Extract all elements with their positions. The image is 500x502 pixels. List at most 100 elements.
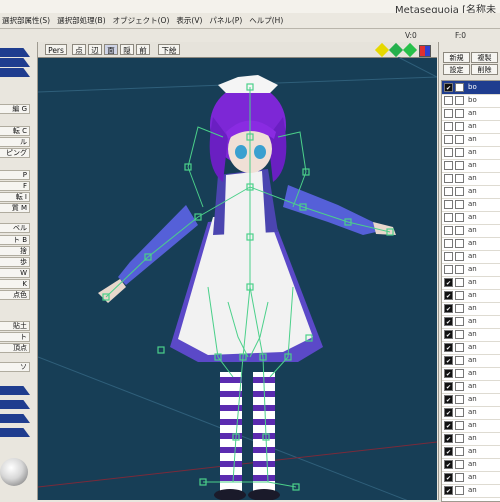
object-list-row[interactable]: an (442, 211, 500, 225)
color-swatch-icon[interactable] (419, 45, 431, 57)
panel-tab[interactable] (0, 48, 30, 57)
command-button[interactable]: 捨 (0, 246, 30, 256)
visibility-checkbox[interactable] (444, 407, 453, 420)
object-list-row[interactable]: an (442, 380, 500, 394)
visibility-checkbox[interactable] (444, 213, 453, 222)
command-button[interactable]: ト B (0, 235, 30, 245)
command-button[interactable]: ピング (0, 148, 30, 158)
menu-selection-attributes[interactable]: 選択部属性(S) (2, 15, 50, 26)
command-button[interactable]: 質 M (0, 203, 30, 213)
object-list-row[interactable]: bo (442, 81, 500, 95)
panel-tab[interactable] (0, 428, 30, 437)
object-list-row[interactable]: an (442, 367, 500, 381)
lock-checkbox[interactable] (455, 213, 464, 222)
visibility-checkbox[interactable] (444, 446, 453, 459)
object-list-row[interactable]: an (442, 237, 500, 251)
command-button[interactable]: ベル (0, 223, 30, 233)
visibility-checkbox[interactable] (444, 290, 453, 303)
visibility-checkbox[interactable] (444, 109, 453, 118)
object-settings-button[interactable]: 設定 (443, 64, 470, 75)
view-edge-button[interactable]: 辺 (88, 44, 102, 55)
lock-checkbox[interactable] (455, 96, 464, 105)
object-list-row[interactable]: an (442, 120, 500, 134)
object-list-row[interactable]: an (442, 263, 500, 277)
command-button[interactable]: P (0, 170, 30, 180)
green-diamond-icon[interactable] (402, 42, 418, 58)
view-face-button[interactable]: 面 (104, 44, 118, 55)
lock-checkbox[interactable] (455, 330, 464, 339)
lock-checkbox[interactable] (455, 317, 464, 326)
lock-checkbox[interactable] (455, 343, 464, 352)
command-button[interactable]: ソ (0, 362, 30, 372)
view-perspective-button[interactable]: Pers (45, 44, 67, 55)
lock-checkbox[interactable] (455, 408, 464, 417)
delete-object-button[interactable]: 削除 (471, 64, 498, 75)
lock-checkbox[interactable] (455, 278, 464, 287)
lock-checkbox[interactable] (455, 239, 464, 248)
green-diamond-icon[interactable] (388, 42, 404, 58)
object-list-row[interactable]: an (442, 354, 500, 368)
visibility-checkbox[interactable] (444, 187, 453, 196)
command-button[interactable]: W (0, 268, 30, 278)
object-list-row[interactable]: an (442, 146, 500, 160)
visibility-checkbox[interactable] (444, 381, 453, 394)
visibility-checkbox[interactable] (444, 433, 453, 446)
lock-checkbox[interactable] (455, 421, 464, 430)
new-object-button[interactable]: 新規 (443, 52, 470, 63)
visibility-checkbox[interactable] (444, 459, 453, 472)
menu-selection-process[interactable]: 選択部処理(B) (57, 15, 106, 26)
object-list-row[interactable]: an (442, 185, 500, 199)
3d-viewport[interactable]: Pers 点 辺 面 隠 前 下絵 (38, 42, 437, 500)
lock-checkbox[interactable] (455, 226, 464, 235)
lock-checkbox[interactable] (455, 265, 464, 274)
object-list-row[interactable]: bo (442, 94, 500, 108)
lock-checkbox[interactable] (455, 382, 464, 391)
view-front-button[interactable]: 前 (136, 44, 150, 55)
visibility-checkbox[interactable] (444, 265, 453, 274)
object-list-row[interactable]: an (442, 224, 500, 238)
menu-view[interactable]: 表示(V) (176, 15, 202, 26)
object-list-row[interactable]: an (442, 250, 500, 264)
panel-tab[interactable] (0, 68, 30, 77)
view-vertex-button[interactable]: 点 (72, 44, 86, 55)
visibility-checkbox[interactable] (444, 226, 453, 235)
yellow-diamond-icon[interactable] (374, 42, 390, 58)
object-list-row[interactable]: an (442, 458, 500, 472)
object-list-row[interactable]: an (442, 406, 500, 420)
object-list-row[interactable]: an (442, 315, 500, 329)
lock-checkbox[interactable] (455, 486, 464, 495)
visibility-checkbox[interactable] (444, 239, 453, 248)
visibility-checkbox[interactable] (444, 394, 453, 407)
visibility-checkbox[interactable] (444, 96, 453, 105)
object-list-row[interactable]: an (442, 107, 500, 121)
lock-checkbox[interactable] (455, 161, 464, 170)
lock-checkbox[interactable] (455, 356, 464, 365)
lock-checkbox[interactable] (455, 304, 464, 313)
visibility-checkbox[interactable] (444, 342, 453, 355)
lock-checkbox[interactable] (455, 174, 464, 183)
visibility-checkbox[interactable] (444, 368, 453, 381)
lock-checkbox[interactable] (455, 434, 464, 443)
lock-checkbox[interactable] (455, 252, 464, 261)
object-list[interactable]: bo bo an an an an an an an an an an an an an an an an an an… (441, 80, 500, 502)
visibility-checkbox[interactable] (444, 200, 453, 209)
lock-checkbox[interactable] (455, 109, 464, 118)
object-list-row[interactable]: an (442, 276, 500, 290)
lock-checkbox[interactable] (455, 447, 464, 456)
visibility-checkbox[interactable] (444, 161, 453, 170)
object-list-row[interactable]: an (442, 432, 500, 446)
command-button[interactable]: ル (0, 137, 30, 147)
lock-checkbox[interactable] (455, 473, 464, 482)
visibility-checkbox[interactable] (444, 420, 453, 433)
menu-object[interactable]: オブジェクト(O) (113, 15, 170, 26)
visibility-checkbox[interactable] (444, 316, 453, 329)
command-button[interactable]: 貼土 (0, 321, 30, 331)
lock-checkbox[interactable] (455, 135, 464, 144)
visibility-checkbox[interactable] (444, 82, 453, 95)
lock-checkbox[interactable] (455, 148, 464, 157)
visibility-checkbox[interactable] (444, 252, 453, 261)
panel-tab[interactable] (0, 58, 30, 67)
object-list-row[interactable]: an (442, 172, 500, 186)
object-list-row[interactable]: an (442, 328, 500, 342)
view-hidden-button[interactable]: 隠 (120, 44, 134, 55)
